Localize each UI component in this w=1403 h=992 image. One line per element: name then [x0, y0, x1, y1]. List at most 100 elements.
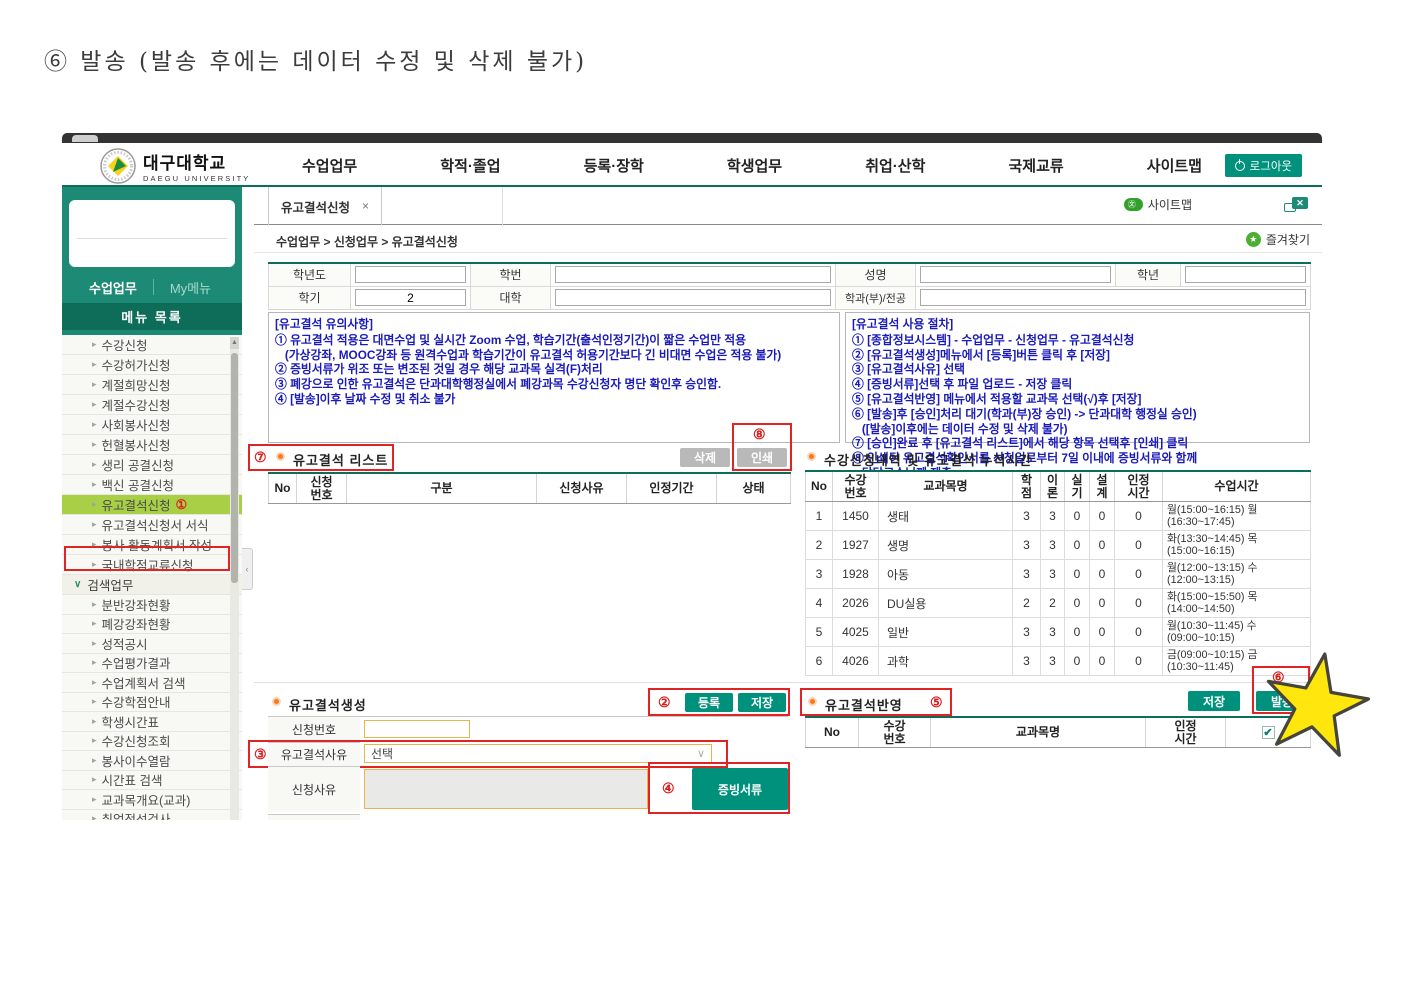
grade-input[interactable]	[1185, 266, 1306, 283]
sidebar-menu-item[interactable]: 국내학점교류신청	[62, 555, 242, 575]
sidebar-item-absence-apply[interactable]: 유고결석신청 ①	[62, 495, 242, 515]
enrollment-row[interactable]: 64026과학 330 00금(09:00~10:15) 금(10:30~11:…	[806, 647, 1311, 676]
label-request-no: 신청번호	[268, 716, 360, 742]
enrollment-row[interactable]: 31928아동 330 00월(12:00~13:15) 수(12:00~13:…	[806, 560, 1311, 589]
nav-item[interactable]: 학적·졸업	[440, 155, 500, 176]
create-save-button[interactable]: 저장	[738, 693, 786, 712]
studentno-input[interactable]	[555, 266, 831, 283]
sidebar-menu-item[interactable]: 수업계획서 검색	[62, 673, 242, 693]
sidebar-menu-item[interactable]: 분반강좌현황	[62, 595, 242, 615]
register-button[interactable]: 등록	[685, 693, 733, 712]
sidebar-menu-item[interactable]: 수강신청	[62, 335, 242, 355]
content-tabbar: 유고결석신청 × 사이트맵 ✕	[254, 187, 1322, 225]
sidebar-menu-item[interactable]: 폐강강좌현황	[62, 615, 242, 635]
sidebar-menu-item[interactable]: 헌혈봉사신청	[62, 435, 242, 455]
sidebar-menu-item[interactable]: 계절희망신청	[62, 375, 242, 395]
tab-absence-apply[interactable]: 유고결석신청 ×	[268, 187, 382, 225]
sidebar-menu-item[interactable]: 수강학점안내	[62, 693, 242, 713]
nav-item[interactable]: 취업·산학	[865, 155, 925, 176]
notice-line: ④ [증빙서류]선택 후 파일 업로드 - 저장 클릭	[852, 377, 1303, 392]
absence-reason-select[interactable]: 선택 ∨	[364, 744, 712, 763]
enrollment-row[interactable]: 54025일반 330 00월(10:30~11:45) 수(09:00~10:…	[806, 618, 1311, 647]
print-button[interactable]: 인쇄	[737, 448, 787, 467]
sidebar-menu-item[interactable]: 수업평가결과	[62, 654, 242, 674]
enrollment-row[interactable]: 21927생명 330 00화(13:30~14:45) 목(15:00~16:…	[806, 531, 1311, 560]
column-header: 인정기간	[627, 473, 717, 504]
enrollment-table: No수강 번호교과목명학 점이 론실 기설 계인정 시간수업시간 11450생태…	[805, 470, 1311, 676]
sidebar-section-search[interactable]: 검색업무	[62, 575, 242, 595]
absence-list-title: 유고결석 리스트	[293, 450, 388, 469]
sidebar-menu-item[interactable]: 성적공시	[62, 634, 242, 654]
sidebar: 수업업무 My메뉴 메뉴 목록 수강신청수강허가신청계절희망신청계절수강신청사회…	[62, 187, 242, 820]
sidebar-tab-lecture[interactable]: 수업업무	[89, 278, 137, 297]
portal-window: 대구대학교 DAEGU UNIVERSITY 수업업무 학적·졸업 등록·장학 학생업…	[62, 133, 1322, 820]
sidebar-menu-item[interactable]: 취업적성검사	[62, 810, 242, 821]
label-studentno: 학번	[471, 263, 551, 286]
sidebar-menu-item[interactable]: 유고결석신청서 서식	[62, 515, 242, 535]
sidebar-menu-item[interactable]: 시간표 검색	[62, 771, 242, 791]
sidebar-collapse-handle[interactable]: ‹	[242, 548, 253, 590]
sidebar-menu-item[interactable]: 수강신청조회	[62, 732, 242, 752]
column-header: No	[269, 473, 297, 504]
column-header: 설 계	[1090, 471, 1115, 502]
enrollment-row[interactable]: 11450생태 330 00월(15:00~16:15) 월(16:30~17:…	[806, 502, 1311, 531]
annotation-2: ②	[658, 694, 671, 711]
sidebar-menu-item[interactable]: 백신 공결신청	[62, 475, 242, 495]
attachment-button[interactable]: 증빙서류	[692, 768, 788, 810]
tab-close-icon[interactable]: ×	[362, 199, 369, 213]
sidebar-menu-item[interactable]: 계절수강신청	[62, 395, 242, 415]
nav-item[interactable]: 사이트맵	[1147, 155, 1202, 176]
nav-item[interactable]: 수업업무	[302, 155, 357, 176]
sidebar-menu-item[interactable]: 사회봉사신청	[62, 415, 242, 435]
notice-line: ⑤ [유고결석반영] 메뉴에서 적용할 교과목 선택(√)후 [저장]	[852, 392, 1303, 407]
annotation-5: ⑤	[930, 694, 943, 711]
section-bullet	[807, 452, 816, 461]
column-header: No	[806, 717, 859, 748]
annotation-4: ④	[662, 780, 675, 797]
column-header: 실 기	[1065, 471, 1090, 502]
close-all-tabs-icon[interactable]: ✕	[1284, 197, 1308, 212]
sidebar-scrollbar[interactable]: ▲	[230, 337, 239, 820]
notice-line: ③ [유고결석사유] 선택	[852, 362, 1303, 377]
name-input[interactable]	[920, 266, 1111, 283]
sidebar-menu-item[interactable]: 학생시간표	[62, 712, 242, 732]
annotation-3: ③	[254, 746, 267, 763]
scroll-up-icon[interactable]: ▲	[230, 337, 239, 349]
notice-line: ([발송]이후에는 데이터 수정 및 삭제 불가)	[852, 422, 1303, 437]
semester-input[interactable]	[355, 289, 466, 306]
year-input[interactable]	[355, 266, 466, 283]
column-header: 수강 번호	[833, 471, 879, 502]
sidebar-menu-item[interactable]: 교과목개요(교과)	[62, 790, 242, 810]
major-input[interactable]	[920, 289, 1306, 306]
student-info-form: 학년도 학번 성명 학년 학기 대학 학과(부)/전공	[268, 262, 1311, 310]
delete-button[interactable]: 삭제	[680, 448, 730, 467]
nav-item[interactable]: 등록·장학	[584, 155, 644, 176]
column-header: 교과목명	[879, 471, 1013, 502]
column-header: 이 론	[1041, 471, 1065, 502]
sidebar-menu-item[interactable]: 수강허가신청	[62, 355, 242, 375]
favorite-link[interactable]: ★ 즐겨찾기	[1246, 231, 1310, 248]
college-input[interactable]	[555, 289, 831, 306]
sidebar-menu-item[interactable]: 생리 공결신청	[62, 455, 242, 475]
scrollbar-thumb[interactable]	[231, 353, 238, 583]
nav-item[interactable]: 국제교류	[1008, 155, 1063, 176]
label-grade: 학년	[1116, 263, 1181, 286]
enrollment-row[interactable]: 42026DU실용 220 00화(15:00~15:50) 목(14:00~1…	[806, 589, 1311, 618]
request-reason-textarea[interactable]	[364, 769, 648, 809]
university-logo[interactable]: 대구대학교 DAEGU UNIVERSITY	[100, 147, 250, 185]
breadcrumb-row: 수업업무 > 신청업무 > 유고결석신청 ★ 즐겨찾기	[254, 226, 1322, 253]
request-no-input[interactable]	[364, 720, 470, 738]
annotation-1: ①	[176, 497, 188, 513]
logout-button[interactable]: 로그아웃	[1225, 154, 1302, 177]
nav-item[interactable]: 학생업무	[727, 155, 782, 176]
apply-save-button[interactable]: 저장	[1188, 691, 1240, 711]
period-end-input[interactable]	[487, 820, 587, 821]
sidebar-tab-mymenu[interactable]: My메뉴	[170, 278, 211, 297]
column-header: 인정 시간	[1146, 717, 1226, 748]
sidebar-menu-item[interactable]: 봉사 활동계획서 작성	[62, 535, 242, 555]
sidebar-menu-item[interactable]: 봉사이수열람	[62, 751, 242, 771]
breadcrumb: 수업업무 > 신청업무 > 유고결석신청	[276, 233, 458, 250]
browser-top-bar	[62, 133, 1322, 143]
period-start-input[interactable]	[364, 820, 464, 821]
sitemap-link[interactable]: 사이트맵	[1124, 196, 1192, 213]
